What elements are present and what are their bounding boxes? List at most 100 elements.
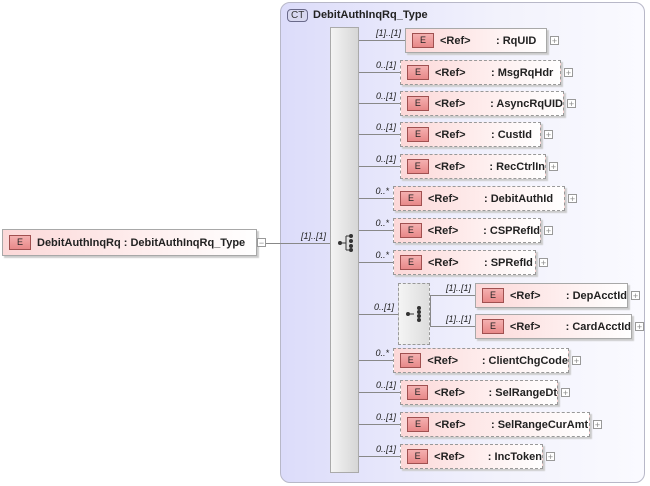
child-element[interactable]: E <Ref> : SelRangeCurAmt — [400, 412, 590, 437]
cardinality: [1]..[1] — [445, 283, 471, 293]
expand-button[interactable]: + — [550, 36, 559, 46]
choice-icon — [406, 306, 421, 322]
child-element[interactable]: E <Ref>: SelRangeDt — [400, 380, 558, 405]
element-name: : AsyncRqUID — [490, 97, 563, 110]
connector — [359, 360, 393, 361]
root-element[interactable]: E DebitAuthInqRq : DebitAuthInqRq_Type — [2, 229, 257, 256]
child-element[interactable]: E <Ref>: CustId — [400, 122, 541, 147]
child-element[interactable]: E <Ref>: ClientChgCode — [393, 348, 569, 373]
expand-button[interactable]: + — [544, 226, 553, 236]
connector — [430, 326, 475, 327]
collapse-button[interactable]: − — [257, 238, 266, 248]
cardinality: [1]..[1] — [375, 28, 401, 38]
cardinality: 0..[1] — [375, 412, 396, 422]
connector — [359, 166, 400, 167]
ref-label: <Ref> — [428, 192, 459, 205]
cardinality: 0..* — [375, 348, 389, 358]
connector — [359, 230, 393, 231]
ref-label: <Ref> — [435, 418, 466, 431]
connector — [359, 262, 393, 263]
expand-button[interactable]: + — [549, 162, 558, 172]
choice-cardinality: 0..[1] — [373, 302, 394, 312]
connector — [359, 103, 400, 104]
cardinality: 0..[1] — [375, 91, 396, 101]
root-cardinality: [1]..[1] — [300, 231, 326, 241]
ref-label: <Ref> — [509, 320, 541, 333]
root-element-name: DebitAuthInqRq — [37, 236, 121, 249]
element-badge: E — [400, 191, 422, 206]
connector — [359, 72, 400, 73]
ref-label: <Ref> — [434, 386, 465, 399]
ref-label: <Ref> — [427, 224, 459, 237]
child-element[interactable]: E <Ref> : RqUID — [405, 28, 547, 53]
element-badge: E — [412, 33, 434, 48]
expand-button[interactable]: + — [546, 452, 555, 462]
element-name: : SPRefId — [484, 256, 533, 269]
element-name: : MsgRqHdr — [491, 66, 554, 79]
expand-button[interactable]: + — [572, 356, 581, 366]
element-badge: E — [407, 65, 429, 80]
choice-option-element[interactable]: E <Ref>: CardAcctId — [475, 314, 632, 339]
root-element-type: : DebitAuthInqRq_Type — [123, 236, 246, 249]
cardinality: 0..[1] — [375, 60, 396, 70]
ref-label: <Ref> — [427, 354, 458, 367]
child-element[interactable]: E <Ref> : MsgRqHdr — [400, 60, 561, 85]
expand-button[interactable]: + — [567, 99, 576, 109]
element-name: : SelRangeDt — [488, 386, 557, 399]
expand-button[interactable]: + — [593, 420, 602, 430]
element-name: : IncToken — [487, 450, 542, 463]
child-element[interactable]: E <Ref>: AsyncRqUID — [400, 91, 564, 116]
cardinality: 0..[1] — [375, 122, 396, 132]
element-name: : DepAcctId — [565, 289, 627, 302]
child-element[interactable]: E <Ref>: RecCtrlIn — [400, 154, 546, 179]
element-badge: E — [407, 159, 429, 174]
child-element[interactable]: E <Ref>: DebitAuthId — [393, 186, 565, 211]
cardinality: 0..[1] — [375, 444, 396, 454]
ref-label: <Ref> — [435, 128, 466, 141]
ref-label: <Ref> — [440, 34, 471, 47]
expand-button[interactable]: + — [544, 130, 553, 140]
expand-button[interactable]: + — [568, 194, 577, 204]
expand-button[interactable]: + — [564, 68, 573, 78]
element-badge: E — [482, 288, 504, 303]
element-name: : CSPRefId — [483, 224, 540, 237]
element-badge: E — [9, 235, 31, 250]
element-badge: E — [400, 223, 422, 238]
connector — [266, 243, 330, 244]
expand-button[interactable]: + — [631, 291, 640, 301]
complex-type-title: DebitAuthInqRq_Type — [313, 9, 428, 21]
connector — [359, 198, 393, 199]
cardinality: 0..[1] — [375, 154, 396, 164]
cardinality: 0..* — [375, 186, 389, 196]
element-name: : CustId — [491, 128, 532, 141]
cardinality: 0..* — [375, 250, 389, 260]
expand-button[interactable]: + — [561, 388, 570, 398]
cardinality: 0..[1] — [375, 380, 396, 390]
element-badge: E — [400, 353, 422, 368]
expand-button[interactable]: + — [539, 258, 548, 268]
element-badge: E — [407, 417, 429, 432]
connector — [359, 456, 400, 457]
ref-label: <Ref> — [435, 66, 466, 79]
element-badge: E — [482, 319, 504, 334]
ref-label: <Ref> — [428, 256, 459, 269]
choice-option-element[interactable]: E <Ref> : DepAcctId — [475, 283, 628, 308]
child-element[interactable]: E <Ref>: IncToken — [400, 444, 543, 469]
element-name: : RecCtrlIn — [489, 160, 545, 173]
element-badge: E — [400, 255, 422, 270]
cardinality: 0..* — [375, 218, 389, 228]
choice-compositor[interactable] — [398, 283, 430, 345]
element-name: : RqUID — [496, 34, 537, 47]
connector — [359, 314, 398, 315]
ref-label: <Ref> — [434, 450, 465, 463]
element-name: : SelRangeCurAmt — [491, 418, 589, 431]
cardinality: [1]..[1] — [445, 314, 471, 324]
expand-button[interactable]: + — [635, 322, 644, 332]
child-element[interactable]: E <Ref> : SPRefId — [393, 250, 536, 275]
ref-label: <Ref> — [509, 289, 541, 302]
child-element[interactable]: E <Ref> : CSPRefId — [393, 218, 541, 243]
element-badge: E — [407, 96, 429, 111]
connector — [359, 424, 400, 425]
connector — [359, 392, 400, 393]
connector — [359, 134, 400, 135]
